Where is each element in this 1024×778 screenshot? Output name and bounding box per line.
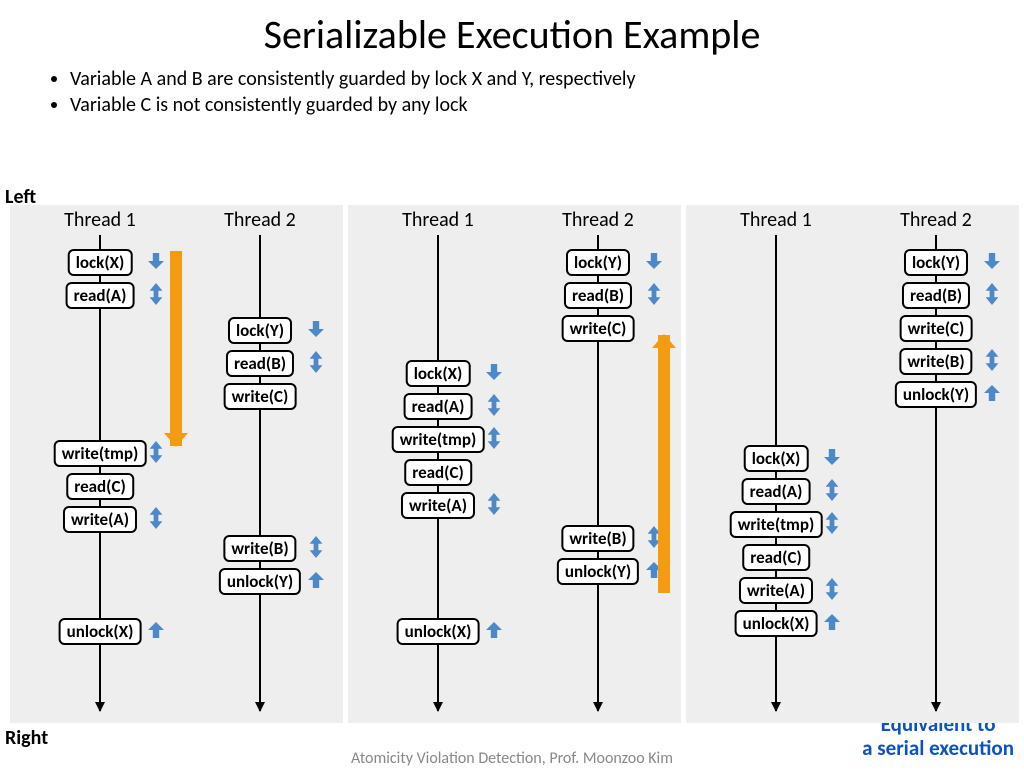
operation-box: read(C)	[404, 459, 472, 486]
right-label: Right	[5, 726, 48, 750]
mover-updown-icon	[646, 283, 662, 305]
timeline	[775, 235, 777, 711]
operation-box: lock(X)	[744, 445, 809, 472]
mover-updown-icon	[486, 394, 502, 416]
mover-up-icon	[308, 572, 324, 588]
mover-updown-icon	[148, 441, 164, 463]
operation-box: unlock(Y)	[895, 381, 977, 408]
operation-box: lock(Y)	[228, 317, 292, 344]
mover-up-icon	[486, 622, 502, 638]
operation-box: read(B)	[226, 350, 294, 377]
timeline	[259, 235, 261, 711]
operation-box: read(B)	[564, 282, 632, 309]
operation-box: write(B)	[561, 525, 634, 552]
execution-panel: Thread 1 Thread 2 lock(Y) read(B) write(C) wr…	[686, 205, 1019, 723]
operation-box: write(tmp)	[730, 511, 823, 538]
reorder-arrow	[170, 251, 182, 446]
operation-box: write(A)	[739, 577, 813, 604]
operation-box: read(A)	[66, 282, 135, 309]
thread1-label: Thread 1	[388, 208, 488, 232]
operation-box: read(C)	[742, 544, 810, 571]
mover-updown-icon	[486, 427, 502, 449]
mover-updown-icon	[486, 493, 502, 515]
thread1-label: Thread 1	[726, 208, 826, 232]
operation-box: read(A)	[404, 393, 473, 420]
mover-down-icon	[984, 253, 1000, 269]
mover-down-icon	[646, 253, 662, 269]
operation-box: write(C)	[562, 315, 635, 342]
bullet-list: Variable A and B are consistently guarde…	[30, 67, 1024, 117]
panels-container: Thread 1 Thread 2 lock(X) read(A) lock(Y) rea…	[10, 205, 1019, 723]
operation-box: read(B)	[902, 282, 970, 309]
slide-title: Serializable Execution Example	[0, 10, 1024, 59]
mover-down-icon	[308, 321, 324, 337]
operation-box: read(C)	[66, 473, 134, 500]
operation-box: lock(Y)	[566, 249, 630, 276]
mover-up-icon	[148, 622, 164, 638]
operation-box: unlock(X)	[397, 618, 480, 645]
operation-box: lock(X)	[406, 360, 471, 387]
mover-updown-icon	[308, 536, 324, 558]
mover-down-icon	[824, 449, 840, 465]
mover-updown-icon	[984, 283, 1000, 305]
mover-updown-icon	[308, 351, 324, 373]
operation-box: unlock(X)	[735, 610, 818, 637]
operation-box: lock(Y)	[904, 249, 968, 276]
mover-updown-icon	[824, 512, 840, 534]
footer-text: Atomicity Violation Detection, Prof. Moo…	[0, 749, 1024, 768]
thread2-label: Thread 2	[548, 208, 648, 232]
mover-down-icon	[148, 253, 164, 269]
thread2-label: Thread 2	[210, 208, 310, 232]
execution-panel: Thread 1 Thread 2 lock(Y) read(B) write(C) lo…	[348, 205, 681, 723]
operation-box: unlock(Y)	[219, 568, 301, 595]
operation-box: unlock(X)	[59, 618, 142, 645]
operation-box: read(A)	[742, 478, 811, 505]
operation-box: write(C)	[900, 315, 973, 342]
reorder-arrow	[658, 335, 670, 593]
mover-updown-icon	[824, 578, 840, 600]
mover-updown-icon	[148, 507, 164, 529]
mover-updown-icon	[984, 349, 1000, 371]
operation-box: write(A)	[401, 492, 475, 519]
mover-down-icon	[486, 364, 502, 380]
bullet-item: Variable C is not consistently guarded b…	[70, 93, 1024, 117]
mover-updown-icon	[148, 283, 164, 305]
bullet-item: Variable A and B are consistently guarde…	[70, 67, 1024, 91]
operation-box: write(tmp)	[392, 426, 485, 453]
operation-box: unlock(Y)	[557, 558, 639, 585]
operation-box: write(tmp)	[54, 440, 147, 467]
operation-box: lock(X)	[68, 249, 133, 276]
mover-up-icon	[824, 614, 840, 630]
execution-panel: Thread 1 Thread 2 lock(X) read(A) lock(Y) rea…	[10, 205, 343, 723]
mover-up-icon	[984, 385, 1000, 401]
operation-box: write(A)	[63, 506, 137, 533]
thread2-label: Thread 2	[886, 208, 986, 232]
operation-box: write(B)	[899, 348, 972, 375]
mover-updown-icon	[824, 479, 840, 501]
operation-box: write(B)	[223, 535, 296, 562]
operation-box: write(C)	[224, 383, 297, 410]
thread1-label: Thread 1	[50, 208, 150, 232]
